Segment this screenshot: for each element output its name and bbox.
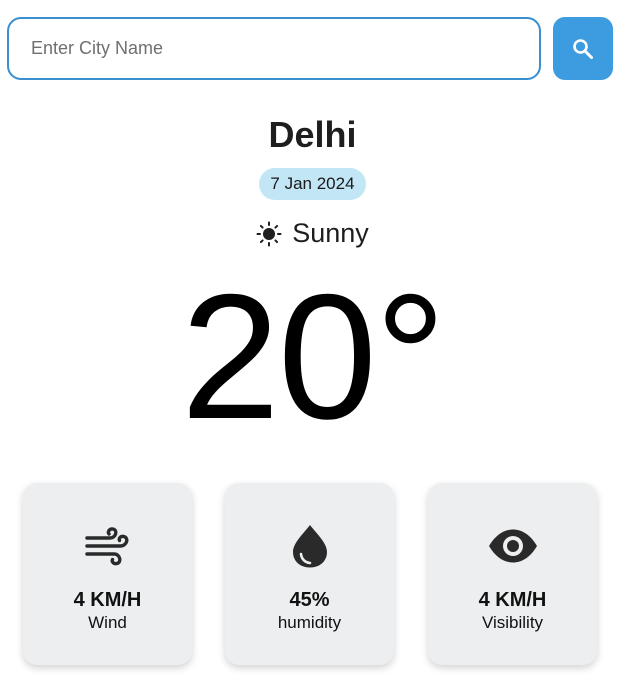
humidity-label: humidity: [277, 613, 342, 632]
wind-value: 4 KM/H: [73, 589, 142, 611]
search-bar: [7, 17, 613, 80]
city-search-input[interactable]: [7, 17, 541, 80]
date-row: 7 Jan 2024: [0, 168, 625, 200]
search-button[interactable]: [553, 17, 613, 80]
wind-card: 4 KM/H Wind: [23, 483, 192, 665]
wind-label: Wind: [88, 613, 127, 632]
search-icon: [573, 38, 593, 59]
visibility-card: 4 KM/H Visibility: [428, 483, 597, 665]
date-badge: 7 Jan 2024: [259, 168, 366, 200]
sun-icon: [256, 221, 282, 246]
city-name: Delhi: [268, 114, 357, 155]
visibility-value: 4 KM/H: [478, 589, 547, 611]
weather-condition: Sunny: [0, 218, 625, 249]
humidity-value: 45%: [289, 589, 330, 611]
visibility-label: Visibility: [481, 613, 544, 632]
water-drop-icon: [292, 525, 327, 568]
humidity-card: 45% humidity: [225, 483, 394, 665]
wind-icon: [84, 527, 128, 566]
eye-icon: [488, 529, 537, 563]
condition-label: Sunny: [292, 218, 369, 248]
temperature-value: 20°: [180, 257, 446, 456]
